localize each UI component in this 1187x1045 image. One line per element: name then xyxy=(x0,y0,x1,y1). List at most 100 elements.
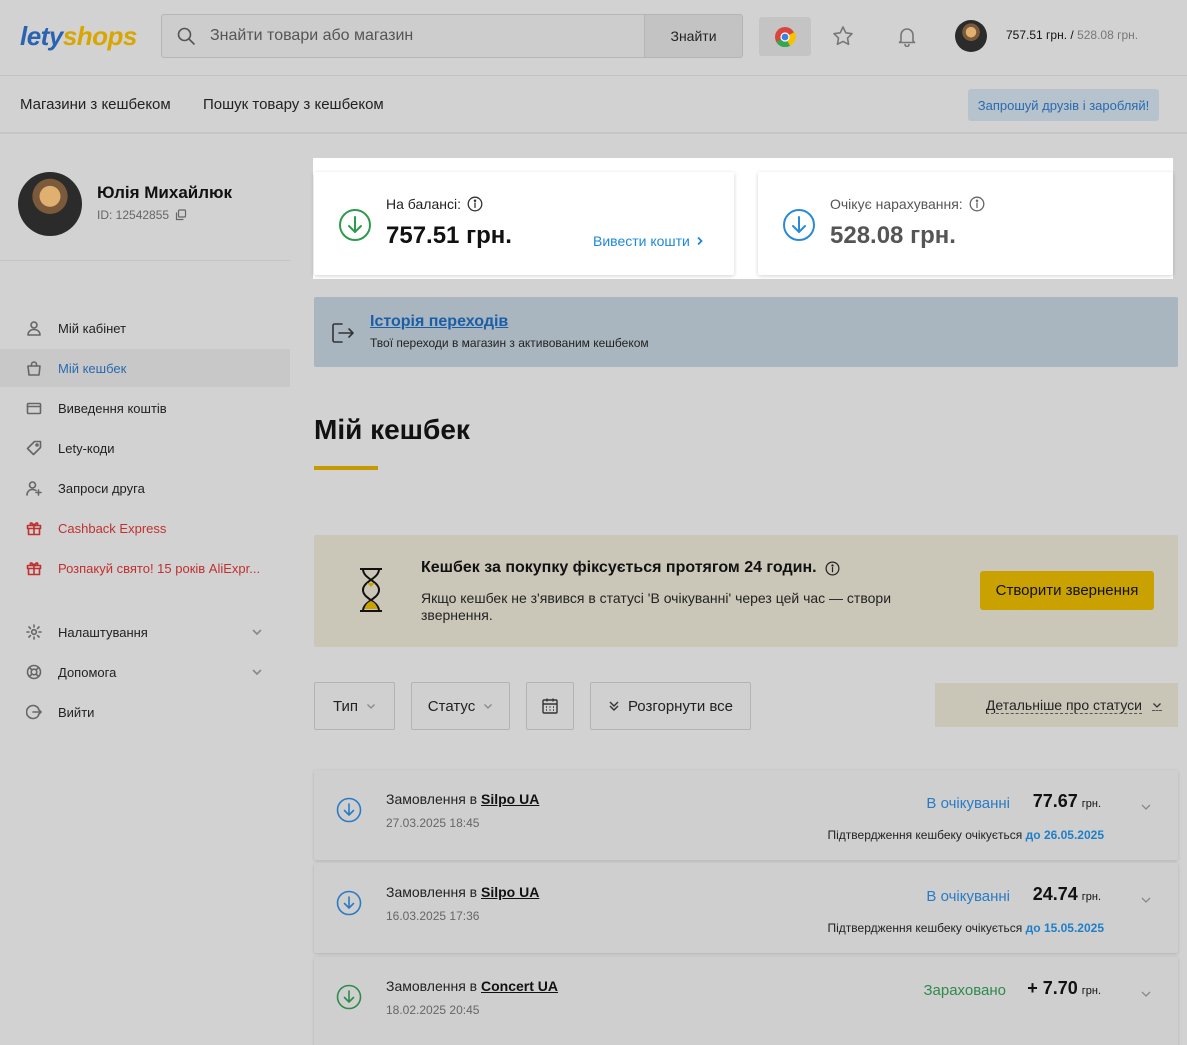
nav-product-search[interactable]: Пошук товару з кешбеком xyxy=(203,96,384,113)
status-details-dropdown[interactable]: Детальніше про статуси xyxy=(935,683,1178,727)
page-title: Мій кешбек xyxy=(314,414,470,445)
chrome-icon xyxy=(774,26,796,48)
info-icon[interactable] xyxy=(969,196,985,212)
menu-label: Допомога xyxy=(58,664,117,680)
menu-help[interactable]: Допомога xyxy=(0,653,290,691)
chevron-down-icon[interactable] xyxy=(1140,801,1152,813)
gift-icon xyxy=(24,520,44,536)
order-date: 18.02.2025 20:45 xyxy=(386,1003,480,1017)
divider xyxy=(0,132,1187,134)
arrow-down-circle-icon xyxy=(338,208,372,242)
profile-name: Юлія Михайлюк xyxy=(97,183,233,202)
menu-cashback-express[interactable]: Cashback Express xyxy=(0,509,290,547)
chevron-down-icon[interactable] xyxy=(1140,988,1152,1000)
balance-label-text: На балансі: xyxy=(386,196,461,212)
expand-all-label: Розгорнути все xyxy=(627,697,734,715)
chevron-down-icon xyxy=(483,701,493,711)
filter-type[interactable]: Тип xyxy=(314,682,395,730)
order-prefix: Замовлення в xyxy=(386,978,478,994)
balance-cards: На балансі: 757.51 грн. Вивести кошти Оч… xyxy=(313,158,1173,279)
confirmation-note: Підтвердження кешбеку очікується до 15.0… xyxy=(828,921,1104,935)
order-date: 16.03.2025 17:36 xyxy=(386,909,480,923)
hourglass-icon xyxy=(358,567,384,613)
star-icon[interactable] xyxy=(832,25,854,47)
profile-id-text: ID: 12542855 xyxy=(97,208,170,222)
logo[interactable]: letyshops xyxy=(20,20,137,52)
wallet-icon xyxy=(24,400,44,416)
confirmation-date: до 15.05.2025 xyxy=(1025,921,1104,935)
confirmation-note: Підтвердження кешбеку очікується до 26.0… xyxy=(828,828,1104,842)
copy-icon[interactable] xyxy=(175,209,187,221)
chevron-down-icon xyxy=(252,667,262,677)
menu-label: Запроси друга xyxy=(58,480,145,496)
order-title: Замовлення в Silpo UA xyxy=(386,791,539,807)
order-status: Зараховано xyxy=(923,982,1006,999)
status-details-label: Детальніше про статуси xyxy=(985,696,1142,714)
cashback-notice: Кешбек за покупку фіксується протягом 24… xyxy=(314,535,1178,647)
amount-currency: грн. xyxy=(1081,891,1101,903)
amount-currency: грн. xyxy=(1081,798,1101,810)
user-plus-icon xyxy=(24,480,44,496)
notice-text: Якщо кешбек не з'явився в статусі 'В очі… xyxy=(421,590,892,623)
filter-status-label: Статус xyxy=(427,697,476,715)
profile-id: ID: 12542855 xyxy=(97,208,187,222)
menu-label: Мій кабінет xyxy=(58,320,127,336)
search-button[interactable]: Знайти xyxy=(644,15,742,57)
info-icon[interactable] xyxy=(825,561,840,576)
double-chevron-down-icon xyxy=(608,700,620,712)
withdraw-link-text: Вивести кошти xyxy=(593,233,690,249)
order-row[interactable]: Замовлення в Silpo UA 27.03.2025 18:45 В… xyxy=(314,770,1178,860)
withdraw-link[interactable]: Вивести кошти xyxy=(593,233,704,249)
gear-icon xyxy=(24,624,44,640)
order-row[interactable]: Замовлення в Silpo UA 16.03.2025 17:36 В… xyxy=(314,863,1178,953)
info-icon[interactable] xyxy=(467,196,483,212)
header-balance[interactable]: 757.51 грн. / 528.08 грн. xyxy=(1006,28,1138,42)
bell-icon[interactable] xyxy=(896,25,918,47)
confirmation-date: до 26.05.2025 xyxy=(1025,828,1104,842)
store-link[interactable]: Concert UA xyxy=(481,978,558,994)
amount-value: 24.74 xyxy=(1032,884,1078,904)
order-title: Замовлення в Silpo UA xyxy=(386,884,539,900)
lifebuoy-icon xyxy=(24,664,44,680)
chevron-down-icon[interactable] xyxy=(1140,894,1152,906)
expand-all-button[interactable]: Розгорнути все xyxy=(590,682,751,730)
avatar[interactable] xyxy=(955,20,987,52)
header-balance-value: 757.51 грн. xyxy=(1006,28,1068,42)
order-amount: 77.67 грн. xyxy=(1033,791,1101,812)
transitions-history-banner[interactable]: Історія переходів Твої переходи в магази… xyxy=(314,297,1178,367)
menu-aliexpress-promo[interactable]: Розпакуй свято! 15 років AliExpr... xyxy=(0,549,290,587)
menu-lety-codes[interactable]: Lety-коди xyxy=(0,429,290,467)
exit-icon xyxy=(330,321,356,345)
filter-type-label: Тип xyxy=(332,697,358,715)
nav-stores-cashback[interactable]: Магазини з кешбеком xyxy=(20,96,171,113)
menu-withdraw[interactable]: Виведення коштів xyxy=(0,389,290,427)
menu-label: Cashback Express xyxy=(58,520,167,536)
pending-label-text: Очікує нарахування: xyxy=(830,196,963,212)
arrow-down-circle-icon xyxy=(336,984,362,1010)
create-request-button[interactable]: Створити звернення xyxy=(980,571,1154,610)
amount-value: 77.67 xyxy=(1032,791,1078,811)
menu-label: Розпакуй свято! 15 років AliExpr... xyxy=(58,560,261,576)
menu-settings[interactable]: Налаштування xyxy=(0,613,290,651)
divider xyxy=(0,75,1187,76)
filter-status[interactable]: Статус xyxy=(411,682,510,730)
chrome-extension-button[interactable] xyxy=(759,17,811,56)
pending-label: Очікує нарахування: xyxy=(830,196,985,212)
chevron-down-icon xyxy=(366,701,376,711)
store-link[interactable]: Silpo UA xyxy=(481,884,539,900)
divider xyxy=(0,260,290,261)
title-underline xyxy=(314,466,378,470)
order-row[interactable]: Замовлення в Concert UA 18.02.2025 20:45… xyxy=(314,957,1178,1045)
history-link[interactable]: Історія переходів xyxy=(370,313,508,331)
confirmation-text: Підтвердження кешбеку очікується xyxy=(827,828,1023,842)
invite-friends-button[interactable]: Запрошуй друзів і заробляй! xyxy=(968,89,1159,121)
menu-my-cashback[interactable]: Мій кешбек xyxy=(0,349,290,387)
store-link[interactable]: Silpo UA xyxy=(481,791,539,807)
order-amount: + 7.70 грн. xyxy=(1027,978,1101,999)
filter-date[interactable] xyxy=(526,682,574,730)
menu-logout[interactable]: Вийти xyxy=(0,693,290,731)
confirmation-text: Підтвердження кешбеку очікується xyxy=(827,921,1023,935)
search-input[interactable] xyxy=(210,15,640,57)
menu-my-cabinet[interactable]: Мій кабінет xyxy=(0,309,290,347)
menu-invite-friend[interactable]: Запроси друга xyxy=(0,469,290,507)
